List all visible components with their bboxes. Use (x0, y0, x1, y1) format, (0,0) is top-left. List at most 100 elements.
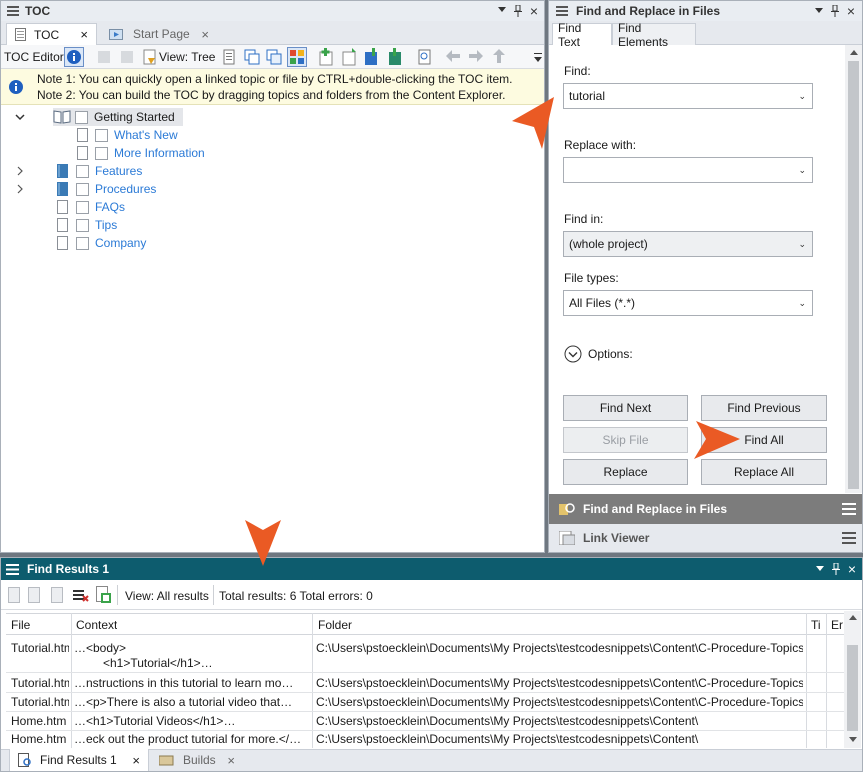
tree-checkbox[interactable] (76, 236, 89, 250)
tab-find-elements[interactable]: Find Elements (612, 21, 696, 49)
file-types-select[interactable]: All Files (*.*) ⌄ (563, 290, 813, 316)
find-scrollbar[interactable] (845, 45, 862, 493)
chevron-down-icon[interactable]: ⌄ (798, 239, 806, 250)
expand-chevron-icon[interactable] (17, 184, 31, 194)
arrow-left-icon[interactable] (446, 50, 460, 62)
tree-item[interactable]: Getting Started (15, 108, 183, 126)
color-grid-icon[interactable] (287, 47, 307, 67)
arrow-up-icon[interactable] (493, 49, 505, 63)
close-icon[interactable]: × (847, 3, 855, 19)
chevron-down-icon[interactable]: ⌄ (798, 298, 806, 309)
tab-builds[interactable]: Builds × (151, 749, 243, 771)
col-header-context[interactable]: Context (76, 618, 117, 632)
menu-icon[interactable] (6, 563, 19, 575)
previous-result-icon[interactable] (28, 587, 40, 603)
replace-all-button[interactable]: Replace All (701, 459, 827, 485)
find-previous-button[interactable]: Find Previous (701, 395, 827, 421)
expand-chevron-icon[interactable] (17, 166, 31, 176)
close-icon[interactable]: × (848, 561, 856, 577)
find-next-button[interactable]: Find Next (563, 395, 688, 421)
scroll-down-icon[interactable] (849, 737, 857, 742)
tab-start-page[interactable]: Start Page × (101, 23, 217, 45)
replace-input[interactable]: ⌄ (563, 157, 813, 183)
col-header-folder[interactable]: Folder (318, 618, 352, 632)
preview-icon[interactable] (418, 49, 432, 65)
pin-icon[interactable] (514, 5, 522, 17)
tree-item[interactable]: Procedures (17, 180, 156, 198)
options-toggle[interactable]: Options: (564, 345, 633, 363)
find-in-select[interactable]: (whole project) ⌄ (563, 231, 813, 257)
dropdown-icon[interactable] (816, 566, 824, 571)
collapsed-panel-find-replace[interactable]: Find and Replace in Files (549, 494, 862, 524)
export-results-icon[interactable] (96, 586, 112, 604)
tree-item[interactable]: What's New (77, 126, 178, 144)
menu-icon[interactable] (556, 6, 568, 16)
skip-file-button[interactable]: Skip File (563, 427, 688, 453)
find-replace-pane: Find and Replace in Files × Find Text Fi… (548, 0, 863, 553)
arrow-right-icon[interactable] (469, 50, 483, 62)
tree-checkbox[interactable] (95, 128, 108, 142)
menu-icon[interactable] (7, 6, 19, 16)
view-results-label[interactable]: View: All results (125, 589, 209, 603)
open-file-icon[interactable] (8, 587, 20, 603)
tab-close-icon[interactable]: × (201, 27, 209, 42)
tree-checkbox[interactable] (95, 146, 108, 160)
find-input-value: tutorial (569, 89, 606, 103)
find-input[interactable]: tutorial ⌄ (563, 83, 813, 109)
tab-close-icon[interactable]: × (132, 753, 140, 768)
menu-icon[interactable] (842, 503, 856, 515)
dropdown-icon[interactable] (815, 8, 823, 13)
toc-notes-bar: Note 1: You can quickly open a linked to… (1, 69, 544, 105)
link-viewer-icon (559, 531, 575, 545)
add-book-icon[interactable] (363, 48, 379, 66)
replace-button[interactable]: Replace (563, 459, 688, 485)
tree-checkbox[interactable] (76, 218, 89, 232)
properties-icon[interactable] (223, 49, 235, 65)
overflow-icon[interactable] (534, 53, 542, 63)
tree-item[interactable]: FAQs (57, 198, 125, 216)
link-icon[interactable] (96, 49, 112, 65)
collapsed-panel-link-viewer[interactable]: Link Viewer (549, 524, 862, 552)
copy-icon[interactable] (244, 49, 260, 65)
duplicate-icon[interactable] (266, 49, 282, 65)
next-result-icon[interactable] (51, 587, 63, 603)
scroll-up-icon[interactable] (850, 50, 858, 55)
clear-results-icon[interactable] (73, 589, 89, 603)
results-scrollbar[interactable] (844, 611, 861, 748)
add-chapter-icon[interactable] (387, 48, 403, 66)
info-icon[interactable] (64, 47, 84, 67)
page-icon (57, 236, 68, 250)
scrollbar-thumb[interactable] (847, 645, 858, 731)
tab-toc[interactable]: TOC × (6, 23, 97, 45)
tree-checkbox[interactable] (76, 200, 89, 214)
col-header-errors[interactable]: Er (831, 618, 843, 632)
add-topic-icon[interactable] (318, 48, 334, 66)
chevron-down-icon[interactable]: ⌄ (798, 165, 806, 176)
scroll-up-icon[interactable] (849, 615, 857, 620)
col-header-title[interactable]: Ti (811, 618, 821, 632)
add-item-icon[interactable] (341, 48, 357, 66)
pin-icon[interactable] (832, 563, 840, 575)
col-header-file[interactable]: File (11, 618, 30, 632)
collapse-chevron-icon[interactable] (15, 113, 29, 121)
scrollbar-thumb[interactable] (848, 61, 859, 489)
tab-find-results-1[interactable]: Find Results 1 × (9, 749, 149, 771)
pin-icon[interactable] (831, 5, 839, 17)
menu-icon[interactable] (842, 532, 856, 544)
tab-close-icon[interactable]: × (227, 753, 235, 768)
tree-checkbox[interactable] (75, 110, 88, 124)
close-icon[interactable]: × (530, 3, 538, 19)
tree-item[interactable]: Tips (57, 216, 117, 234)
tab-close-icon[interactable]: × (80, 27, 88, 42)
dropdown-icon[interactable] (498, 7, 506, 12)
unlink-icon[interactable] (119, 49, 135, 65)
tree-item[interactable]: Company (57, 234, 146, 252)
tree-item[interactable]: Features (17, 162, 142, 180)
chevron-down-icon[interactable]: ⌄ (798, 91, 806, 102)
tree-item[interactable]: More Information (77, 144, 205, 162)
tree-checkbox[interactable] (76, 182, 89, 196)
view-icon[interactable] (143, 49, 157, 65)
tree-checkbox[interactable] (76, 164, 89, 178)
tab-find-text[interactable]: Find Text (552, 21, 612, 49)
view-label[interactable]: View: Tree (159, 50, 215, 64)
